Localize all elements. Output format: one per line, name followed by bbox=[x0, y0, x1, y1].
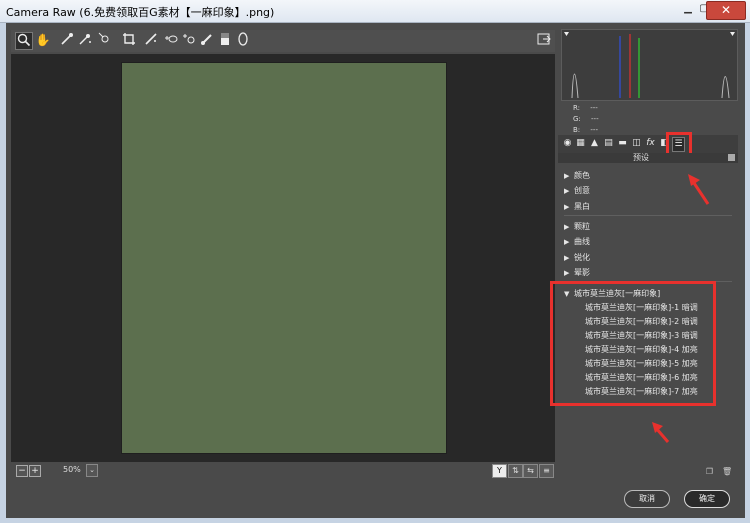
open-in-preferences-icon[interactable] bbox=[536, 32, 552, 48]
copy-settings-icon[interactable]: ⇆ bbox=[523, 464, 538, 478]
preset-group[interactable]: ▶ 锐化 bbox=[564, 252, 590, 263]
spot-removal-icon[interactable] bbox=[163, 32, 179, 48]
divider bbox=[564, 215, 732, 216]
zoom-out-button[interactable]: − bbox=[16, 465, 28, 477]
rgb-channel-label: R: bbox=[573, 104, 581, 112]
photo-preview bbox=[121, 62, 447, 454]
window-title: Camera Raw (6.免费领取百G素材【一麻印象】.png) bbox=[6, 6, 275, 19]
detail-icon[interactable]: ▲ bbox=[589, 137, 600, 150]
white-balance-icon[interactable] bbox=[59, 32, 75, 48]
red-eye-icon[interactable] bbox=[181, 32, 197, 48]
new-preset-icon[interactable]: ❐ bbox=[705, 467, 714, 476]
graduated-filter-icon[interactable] bbox=[217, 32, 233, 48]
rgb-channel-label: B: bbox=[573, 126, 581, 134]
window-frame-left bbox=[0, 23, 6, 523]
effects-icon[interactable]: fx bbox=[645, 137, 656, 150]
annotation-arrow-icon bbox=[652, 422, 670, 443]
tone-curve-icon[interactable]: ▦ bbox=[575, 137, 586, 150]
zoom-icon[interactable] bbox=[15, 32, 33, 50]
rgb-readout: R: --- G: --- B: --- bbox=[561, 101, 736, 135]
expand-arrow-icon: ▶ bbox=[564, 269, 570, 277]
histogram bbox=[561, 29, 738, 101]
rgb-channel-value: --- bbox=[590, 126, 598, 134]
expand-arrow-icon: ▶ bbox=[564, 238, 570, 246]
trash-icon[interactable]: 🗑 bbox=[722, 467, 732, 476]
window-frame-right bbox=[745, 23, 750, 523]
expand-arrow-icon: ▶ bbox=[564, 203, 570, 211]
presets-panel-header: 预设 bbox=[558, 153, 738, 163]
basic-icon[interactable]: ◉ bbox=[562, 137, 573, 150]
presets-panel-title: 预设 bbox=[633, 153, 649, 162]
hand-icon[interactable]: ✋ bbox=[35, 32, 51, 48]
cancel-button[interactable]: 取消 bbox=[624, 490, 670, 508]
zoom-level: 50% bbox=[63, 465, 81, 474]
rgb-channel-value: --- bbox=[591, 115, 599, 123]
tool-bar: ✋ bbox=[11, 30, 555, 52]
close-button[interactable]: ✕ bbox=[706, 1, 746, 20]
window-frame-bottom bbox=[0, 518, 750, 523]
preset-group[interactable]: ▶ 颗粒 bbox=[564, 221, 590, 232]
minimize-icon[interactable]: ▁ bbox=[680, 2, 696, 16]
hsl-icon[interactable]: ▤ bbox=[603, 137, 614, 150]
preview-status-bar: − + 50% ⌄ Y ⇅ ⇆ ≡ bbox=[11, 463, 555, 479]
color-sampler-icon[interactable] bbox=[77, 32, 93, 48]
preset-group[interactable]: ▶ 晕影 bbox=[564, 267, 590, 278]
before-after-toggle-button[interactable]: Y bbox=[492, 464, 507, 478]
zoom-dropdown-icon[interactable]: ⌄ bbox=[86, 464, 98, 477]
expand-arrow-icon: ▶ bbox=[564, 172, 570, 180]
zoom-in-button[interactable]: + bbox=[29, 465, 41, 477]
straighten-icon[interactable] bbox=[143, 32, 159, 48]
preset-group[interactable]: ▶ 创意 bbox=[564, 185, 590, 196]
preset-group[interactable]: ▶ 颜色 bbox=[564, 170, 590, 181]
swap-view-icon[interactable]: ⇅ bbox=[508, 464, 523, 478]
lens-corrections-icon[interactable]: ◫ bbox=[631, 137, 642, 150]
expand-arrow-icon: ▶ bbox=[564, 223, 570, 231]
highlight-box-preset-group bbox=[550, 281, 716, 406]
adjustment-brush-icon[interactable] bbox=[199, 32, 215, 48]
ok-button[interactable]: 确定 bbox=[684, 490, 730, 508]
preset-group[interactable]: ▶ 黑白 bbox=[564, 201, 590, 212]
panel-tabs: ◉ ▦ ▲ ▤ ▬ ◫ fx ◧ ☰ bbox=[558, 135, 738, 153]
rgb-channel-label: G: bbox=[573, 115, 581, 123]
rgb-channel-value: --- bbox=[590, 104, 598, 112]
title-bar: Camera Raw (6.免费领取百G素材【一麻印象】.png) ▁ ▢ ✕ bbox=[0, 0, 750, 23]
crop-icon[interactable] bbox=[121, 32, 137, 48]
split-toning-icon[interactable]: ▬ bbox=[617, 137, 628, 150]
presets-panel-footer: ❐ 🗑 bbox=[558, 465, 738, 479]
preview-preferences-icon[interactable]: ≡ bbox=[539, 464, 554, 478]
expand-arrow-icon: ▶ bbox=[564, 187, 570, 195]
panel-menu-icon[interactable] bbox=[728, 154, 735, 161]
preset-group[interactable]: ▶ 曲线 bbox=[564, 236, 590, 247]
expand-arrow-icon: ▶ bbox=[564, 254, 570, 262]
radial-filter-icon[interactable] bbox=[235, 32, 251, 48]
targeted-adjustment-icon[interactable] bbox=[97, 32, 113, 48]
annotation-arrow-icon bbox=[688, 174, 710, 205]
